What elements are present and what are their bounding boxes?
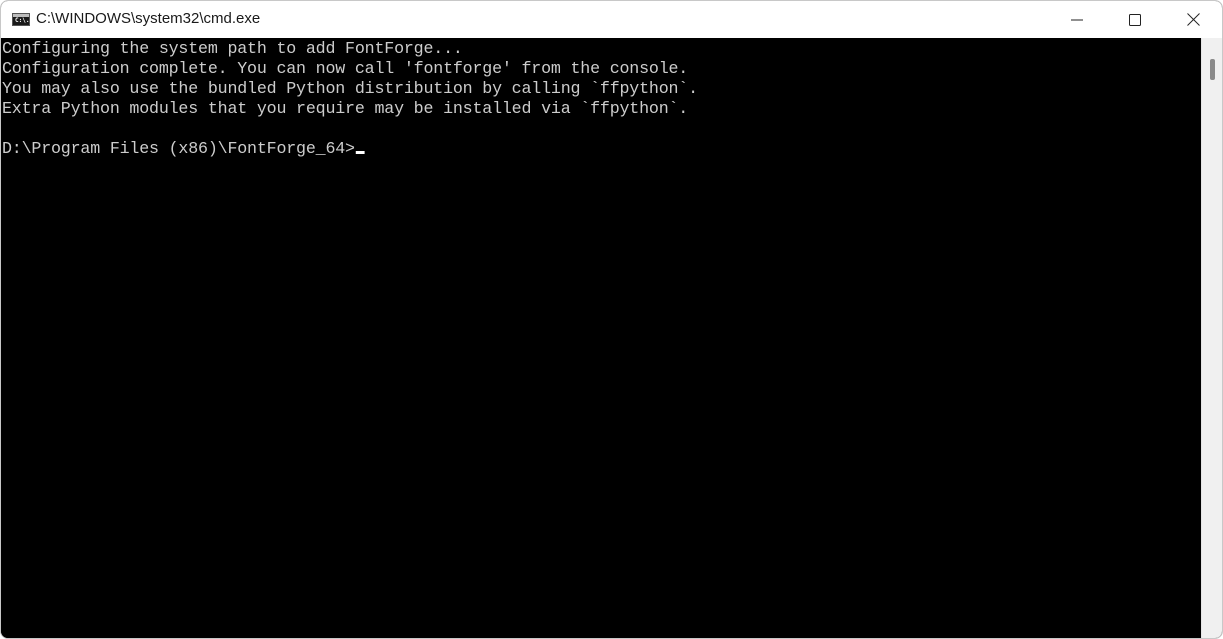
- prompt-line[interactable]: D:\Program Files (x86)\FontForge_64>: [2, 140, 1178, 160]
- console-line: Configuration complete. You can now call…: [2, 60, 689, 79]
- maximize-icon: [1129, 13, 1141, 26]
- cmd-app-icon[interactable]: C:\.: [12, 13, 30, 26]
- text-cursor: [355, 151, 365, 154]
- title-bar[interactable]: C:\. C:\WINDOWS\system32\cmd.exe: [1, 1, 1222, 38]
- maximize-button[interactable]: [1106, 1, 1164, 38]
- vertical-scrollbar[interactable]: [1201, 38, 1222, 638]
- minimize-button[interactable]: [1048, 1, 1106, 38]
- close-icon: [1186, 13, 1200, 26]
- minimize-icon: [1071, 19, 1083, 20]
- console-line: You may also use the bundled Python dist…: [2, 80, 698, 99]
- console-line: Extra Python modules that you require ma…: [2, 100, 689, 119]
- prompt: D:\Program Files (x86)\FontForge_64>: [2, 140, 355, 159]
- cmd-window: C:\. C:\WINDOWS\system32\cmd.exe Configu…: [0, 0, 1223, 639]
- app-icon-text: C:\.: [15, 17, 30, 24]
- window-title: C:\WINDOWS\system32\cmd.exe: [36, 10, 261, 27]
- close-button[interactable]: [1164, 1, 1222, 38]
- console-output[interactable]: Configuring the system path to add FontF…: [1, 38, 1202, 638]
- scrollbar-thumb[interactable]: [1210, 59, 1215, 80]
- console-line: Configuring the system path to add FontF…: [2, 40, 463, 59]
